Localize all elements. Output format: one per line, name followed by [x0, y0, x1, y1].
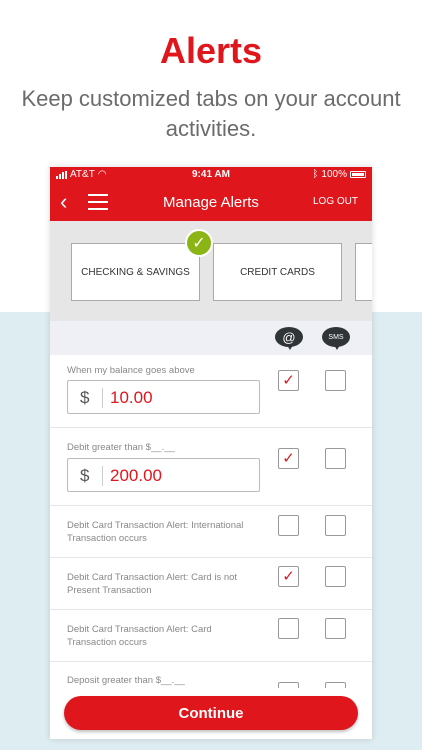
phone-screen: AT&T ◠ 9:41 AM ᛒ 100% ‹ Manage Alerts LO…: [50, 167, 372, 739]
hero-title: Alerts: [159, 30, 263, 71]
email-checkbox[interactable]: [278, 682, 299, 688]
selected-check-icon: ✓: [185, 229, 213, 257]
alert-row: Debit Card Transaction Alert: Card is no…: [50, 558, 372, 610]
alert-label: Deposit greater than $__.__: [67, 675, 185, 686]
sms-checkbox[interactable]: [325, 566, 346, 587]
amount-input[interactable]: $ 200.00: [67, 458, 260, 492]
email-bubble-icon: @: [275, 327, 303, 350]
sms-checkbox[interactable]: [325, 448, 346, 469]
amount-value: 200.00: [110, 466, 162, 485]
sms-checkbox[interactable]: [325, 682, 346, 688]
continue-button[interactable]: Continue: [64, 696, 358, 730]
battery-percent: 100%: [321, 169, 347, 180]
alert-row: Debit Card Transaction Alert: Internatio…: [50, 506, 372, 558]
tab-checking-savings[interactable]: CHECKING & SAVINGS: [71, 243, 200, 301]
email-checkbox[interactable]: ✓: [278, 448, 299, 469]
hero-subtitle: Keep customized tabs on your account act…: [21, 86, 401, 141]
checkmark-icon: ✓: [282, 568, 295, 585]
sms-checkbox[interactable]: [325, 618, 346, 639]
input-divider: [102, 388, 103, 408]
email-checkbox[interactable]: ✓: [278, 370, 299, 391]
status-right: ᛒ 100%: [312, 169, 366, 180]
alert-label: Debit Card Transaction Alert: Internatio…: [67, 520, 244, 544]
currency-symbol: $: [80, 388, 90, 407]
email-checkbox[interactable]: [278, 515, 299, 536]
logout-button[interactable]: LOG OUT: [313, 196, 358, 207]
alert-label: Debit Card Transaction Alert: Card is no…: [67, 572, 238, 596]
email-checkbox[interactable]: ✓: [278, 566, 299, 587]
checkmark-icon: ✓: [282, 450, 295, 467]
alert-row: Debit Card Transaction Alert: Card Trans…: [50, 610, 372, 662]
alert-row: When my balance goes above $ 10.00 ✓: [50, 355, 372, 428]
bluetooth-icon: ᛒ: [312, 169, 319, 180]
currency-symbol: $: [80, 466, 90, 485]
email-checkbox[interactable]: [278, 618, 299, 639]
sms-bubble-icon: SMS: [322, 327, 350, 350]
channel-header: @ SMS: [50, 321, 372, 355]
tab-next-partial[interactable]: [355, 243, 372, 301]
input-divider: [102, 466, 103, 486]
alert-label: When my balance goes above: [67, 365, 195, 376]
sms-checkbox[interactable]: [325, 515, 346, 536]
account-tabs: CHECKING & SAVINGS CREDIT CARDS ✓: [50, 221, 372, 321]
checkmark-icon: ✓: [282, 372, 295, 389]
alert-row: Debit greater than $__.__ $ 200.00 ✓: [50, 428, 372, 506]
alert-row: Deposit greater than $__.__: [50, 662, 372, 688]
status-bar: AT&T ◠ 9:41 AM ᛒ 100%: [50, 167, 372, 183]
tab-credit-cards[interactable]: CREDIT CARDS: [213, 243, 342, 301]
alerts-list[interactable]: When my balance goes above $ 10.00 ✓ Deb…: [50, 355, 372, 688]
nav-bar: ‹ Manage Alerts LOG OUT: [50, 183, 372, 221]
amount-input[interactable]: $ 10.00: [67, 380, 260, 414]
alert-label: Debit greater than $__.__: [67, 442, 175, 453]
battery-icon: [350, 171, 366, 178]
sms-checkbox[interactable]: [325, 370, 346, 391]
alert-label: Debit Card Transaction Alert: Card Trans…: [67, 624, 212, 648]
amount-value: 10.00: [110, 388, 153, 407]
